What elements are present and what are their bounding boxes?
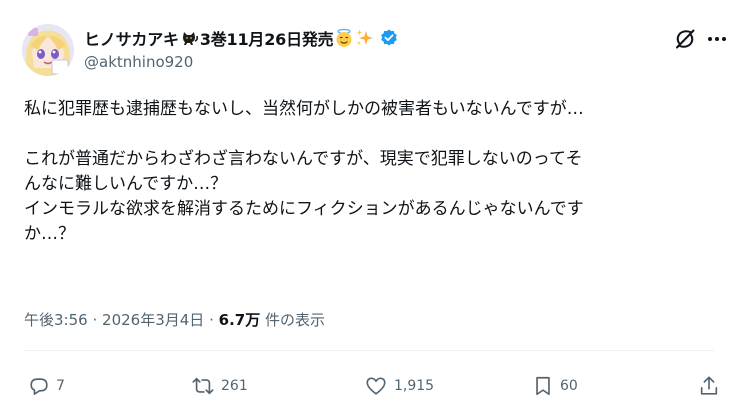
tweet-card: ヒノサカアキ 3巻11月26日発売 @aktnhino920 私に犯罪歴も逮捕歴… xyxy=(0,0,732,410)
avatar[interactable] xyxy=(22,24,74,76)
tweet-text-line: 私に犯罪歴も逮捕歴もないし、当然何がしかの被害者もいないんですが… xyxy=(24,99,584,119)
reply-count: 7 xyxy=(56,378,65,394)
tweet-meta: 午後3:56 · 2026年3月4日 · 6.7万 件の表示 xyxy=(24,309,325,330)
bookmark-icon xyxy=(536,376,550,396)
tweet-text: 私に犯罪歴も逮捕歴もないし、当然何がしかの被害者もいないんですが… これが普通だ… xyxy=(24,97,714,247)
tweet-text-line: んなに難しいんですか…？ xyxy=(24,174,228,194)
author-name-suffix[interactable]: 3巻11月26日発売 xyxy=(200,26,334,50)
author-handle[interactable]: @aktnhino920 xyxy=(84,53,193,71)
retweet-count: 261 xyxy=(221,378,248,394)
reply-icon xyxy=(30,378,48,395)
verified-badge-icon[interactable] xyxy=(379,28,399,48)
black-cat-emoji xyxy=(180,28,200,48)
meta-separator: · xyxy=(209,311,214,329)
sparkles-emoji xyxy=(355,28,375,48)
author-display-name[interactable]: ヒノサカアキ xyxy=(84,26,179,50)
tweet-date: 2026年3月4日 xyxy=(102,311,205,329)
reply-button[interactable]: 7 xyxy=(28,374,65,398)
like-button[interactable]: 1,915 xyxy=(364,374,434,398)
like-count: 1,915 xyxy=(394,378,435,394)
more-options-icon[interactable] xyxy=(706,30,728,48)
views-link[interactable]: 6.7万 件の表示 xyxy=(219,311,325,329)
avatar-illustration xyxy=(22,24,74,76)
meta-separator: · xyxy=(92,311,98,329)
tweet-time: 午後3:56 xyxy=(24,311,88,329)
grok-icon[interactable] xyxy=(674,28,696,50)
tweet-text-blank-line xyxy=(24,122,714,147)
tweet-text-line: これが普通だからわざわざ言わないんですが、現実で犯罪しないのってそ xyxy=(24,149,583,169)
retweet-icon xyxy=(192,377,214,395)
share-button[interactable] xyxy=(698,374,720,398)
smiling-face-with-halo-emoji xyxy=(334,28,354,48)
tweet-text-line: インモラルな欲求を解消するためにフィクションがあるんじゃないんです xyxy=(24,199,584,219)
author-name-row: ヒノサカアキ 3巻11月26日発売 xyxy=(84,26,399,50)
retweet-button[interactable]: 261 xyxy=(191,374,248,398)
tweet-timestamp-link[interactable]: 午後3:56 · 2026年3月4日 xyxy=(24,311,204,329)
tweet-text-line: か…？ xyxy=(24,224,75,244)
divider xyxy=(24,350,714,351)
views-count: 6.7万 xyxy=(218,311,261,329)
bookmark-count: 60 xyxy=(560,378,578,394)
views-label: 件の表示 xyxy=(265,311,326,329)
share-icon xyxy=(700,376,718,395)
bookmark-button[interactable]: 60 xyxy=(532,374,578,398)
heart-icon xyxy=(366,377,386,395)
